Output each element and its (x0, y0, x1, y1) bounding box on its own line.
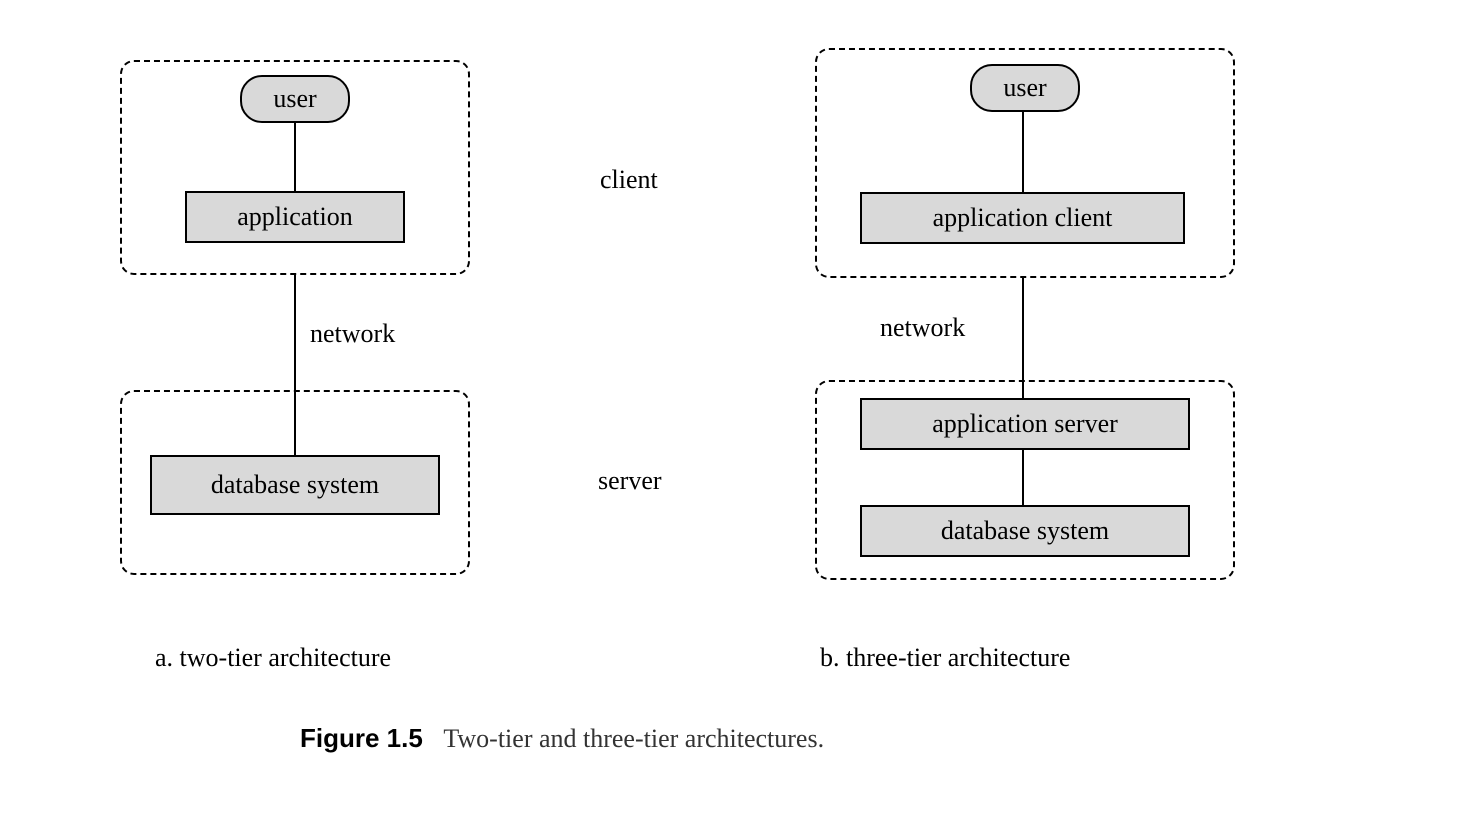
right-user-node: user (970, 64, 1080, 112)
left-network-label: network (310, 319, 395, 349)
left-line-user-app (294, 123, 296, 191)
right-caption: b. three-tier architecture (820, 643, 1070, 673)
left-database-label: database system (211, 470, 379, 500)
right-line-user-appclient (1022, 112, 1024, 192)
figure-title: Two-tier and three-tier architectures. (443, 724, 824, 753)
left-application-node: application (185, 191, 405, 243)
left-database-node: database system (150, 455, 440, 515)
left-user-label: user (273, 84, 316, 114)
right-line-appserver-db (1022, 450, 1024, 505)
right-appserver-node: application server (860, 398, 1190, 450)
right-network-label: network (880, 313, 965, 343)
middle-client-label: client (600, 165, 658, 195)
right-appclient-label: application client (933, 203, 1113, 233)
left-user-node: user (240, 75, 350, 123)
right-database-node: database system (860, 505, 1190, 557)
right-appserver-label: application server (932, 409, 1118, 439)
diagram-canvas: user application network database system… (100, 40, 1360, 800)
left-application-label: application (237, 202, 353, 232)
right-appclient-node: application client (860, 192, 1185, 244)
right-database-label: database system (941, 516, 1109, 546)
middle-server-label: server (598, 466, 662, 496)
figure-number: Figure 1.5 (300, 723, 423, 753)
left-caption: a. two-tier architecture (155, 643, 391, 673)
right-user-label: user (1003, 73, 1046, 103)
figure-caption: Figure 1.5 Two-tier and three-tier archi… (300, 723, 824, 754)
